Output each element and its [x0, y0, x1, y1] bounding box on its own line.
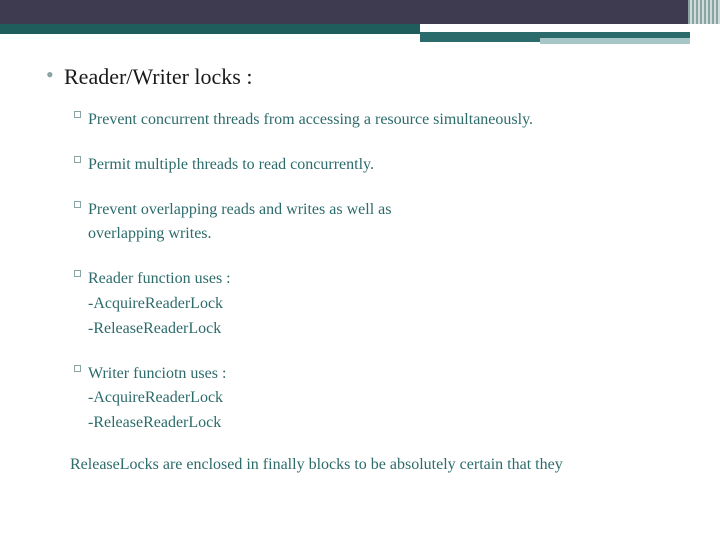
bullet-item: Writer funciotn uses : -AcquireReaderLoc…: [88, 362, 720, 436]
bullet-item: Reader function uses : -AcquireReaderLoc…: [88, 267, 720, 341]
bullet-item: Permit multiple threads to read concurre…: [88, 153, 720, 178]
slide-accent-band: [0, 24, 720, 46]
slide-top-bar: [0, 0, 720, 24]
slide-content: Reader/Writer locks : Prevent concurrent…: [0, 46, 720, 474]
footnote-text: ReleaseLocks are enclosed in finally blo…: [70, 456, 720, 474]
bullet-line: -AcquireReaderLock: [88, 386, 720, 411]
bullet-line: Prevent overlapping reads and writes as …: [88, 198, 720, 223]
bullet-line: Prevent concurrent threads from accessin…: [88, 108, 720, 133]
bullet-line: Writer funciotn uses :: [88, 362, 720, 387]
bullet-line: Permit multiple threads to read concurre…: [88, 153, 720, 178]
bullet-line: overlapping writes.: [88, 222, 720, 247]
bullet-line: -AcquireReaderLock: [88, 292, 720, 317]
heading-level-1: Reader/Writer locks :: [64, 64, 720, 90]
bullet-item: Prevent concurrent threads from accessin…: [88, 108, 720, 133]
bullet-line: -ReleaseReaderLock: [88, 411, 720, 436]
bullet-item: Prevent overlapping reads and writes as …: [88, 198, 720, 248]
bullet-line: -ReleaseReaderLock: [88, 317, 720, 342]
bullet-line: Reader function uses :: [88, 267, 720, 292]
